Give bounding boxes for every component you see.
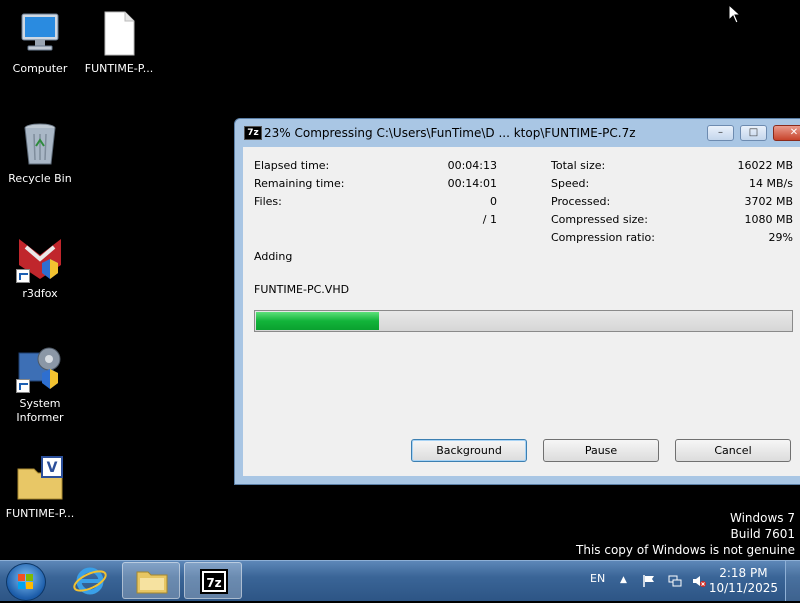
desktop-icon-label-line1: System	[19, 397, 61, 410]
window-title: 23% Compressing C:\Users\FunTime\D ... k…	[264, 126, 636, 140]
taskbar-windows-explorer[interactable]	[122, 562, 180, 599]
network-icon[interactable]	[668, 574, 682, 588]
close-button[interactable]: ✕	[773, 125, 800, 141]
progress-fill	[256, 312, 379, 330]
desktop-icon-label: FUNTIME-P...	[84, 62, 154, 75]
total-size-value: 16022 MB	[737, 159, 793, 172]
pause-button[interactable]: Pause	[543, 439, 659, 462]
shortcut-arrow-icon	[16, 379, 30, 393]
compress-progress-window: 7z 23% Compressing C:\Users\FunTime\D ..…	[234, 118, 800, 485]
desktop-icon-label: Computer	[12, 62, 68, 75]
desktop-icon-recycle-bin[interactable]: Recycle Bin	[2, 120, 78, 186]
show-hidden-icons-chevron-icon[interactable]: ▲	[620, 575, 634, 589]
windows-logo-icon	[18, 574, 34, 590]
desktop-icon-system-informer[interactable]: System Informer	[2, 345, 78, 425]
system-informer-icon	[16, 345, 64, 393]
7zip-icon: 7z	[200, 569, 228, 594]
compressed-size-value: 1080 MB	[744, 213, 793, 226]
computer-icon	[16, 10, 64, 58]
recycle-bin-icon	[16, 120, 64, 168]
language-label: EN	[590, 572, 606, 585]
taskbar: 7z EN ▲ 2:18 PM 10/11/2025	[0, 560, 800, 601]
speed-label: Speed:	[551, 177, 590, 190]
volume-muted-icon[interactable]	[692, 574, 706, 588]
total-size-label: Total size:	[551, 159, 606, 172]
remaining-time-label: Remaining time:	[254, 177, 345, 190]
compression-ratio-label: Compression ratio:	[551, 231, 655, 244]
shortcut-arrow-icon	[16, 269, 30, 283]
taskbar-internet-explorer[interactable]	[61, 562, 119, 599]
vhd-file-icon: V	[16, 455, 64, 503]
status-text: Adding	[254, 250, 293, 263]
desktop-icon-label: r3dfox	[22, 287, 58, 300]
explorer-folder-icon	[136, 571, 168, 594]
background-button[interactable]: Background	[411, 439, 527, 462]
desktop-icon-r3dfox[interactable]: r3dfox	[2, 235, 78, 301]
speed-value: 14 MB/s	[749, 177, 793, 190]
compression-progress-bar	[254, 310, 793, 332]
minimize-icon: –	[718, 127, 723, 138]
files-total-value: / 1	[482, 213, 497, 226]
watermark-line-3: This copy of Windows is not genuine	[576, 543, 795, 557]
svg-text:V: V	[47, 460, 58, 476]
windows-watermark: Windows 7 Build 7601 This copy of Window…	[576, 510, 795, 558]
desktop-icon-label: FUNTIME-P...	[5, 507, 75, 520]
elapsed-time-label: Elapsed time:	[254, 159, 330, 172]
7zip-icon: 7z	[244, 126, 262, 140]
minimize-button[interactable]: –	[707, 125, 734, 141]
elapsed-time-value: 00:04:13	[447, 159, 497, 172]
compression-ratio-value: 29%	[768, 231, 793, 244]
files-value: 0	[490, 195, 497, 208]
compressed-size-label: Compressed size:	[551, 213, 648, 226]
system-clock[interactable]: 2:18 PM 10/11/2025	[709, 566, 778, 596]
desktop-icon-label-line2: Informer	[16, 411, 64, 424]
desktop-icon-computer[interactable]: Computer	[2, 10, 78, 76]
current-file-name: FUNTIME-PC.VHD	[254, 283, 350, 296]
processed-label: Processed:	[551, 195, 611, 208]
start-button[interactable]	[6, 563, 46, 601]
r3dfox-icon	[16, 235, 64, 283]
watermark-line-1: Windows 7	[729, 511, 795, 525]
clock-time: 2:18 PM	[719, 566, 768, 580]
maximize-button[interactable]: □	[740, 125, 767, 141]
maximize-icon: □	[748, 127, 759, 138]
internet-explorer-icon	[73, 567, 107, 595]
window-client-area: Elapsed time: 00:04:13 Remaining time: 0…	[243, 147, 800, 476]
desktop-icon-label: Recycle Bin	[8, 172, 72, 185]
blank-file-icon	[95, 10, 143, 58]
desktop-icon-funtime-vhd[interactable]: V FUNTIME-P...	[2, 455, 78, 521]
close-icon: ✕	[789, 127, 799, 138]
cancel-button[interactable]: Cancel	[675, 439, 791, 462]
show-desktop-button[interactable]	[785, 561, 800, 601]
desktop-icon-funtime-file[interactable]: FUNTIME-P...	[81, 10, 157, 76]
clock-date: 10/11/2025	[708, 581, 778, 595]
mouse-cursor-icon	[728, 4, 740, 24]
watermark-line-2: Build 7601	[730, 527, 795, 541]
processed-value: 3702 MB	[744, 195, 793, 208]
files-label: Files:	[254, 195, 282, 208]
remaining-time-value: 00:14:01	[447, 177, 497, 190]
window-titlebar[interactable]: 7z 23% Compressing C:\Users\FunTime\D ..…	[235, 119, 800, 147]
svg-text:7z: 7z	[206, 576, 221, 590]
action-center-flag-icon[interactable]	[642, 574, 656, 588]
taskbar-7zip[interactable]: 7z	[184, 562, 242, 599]
